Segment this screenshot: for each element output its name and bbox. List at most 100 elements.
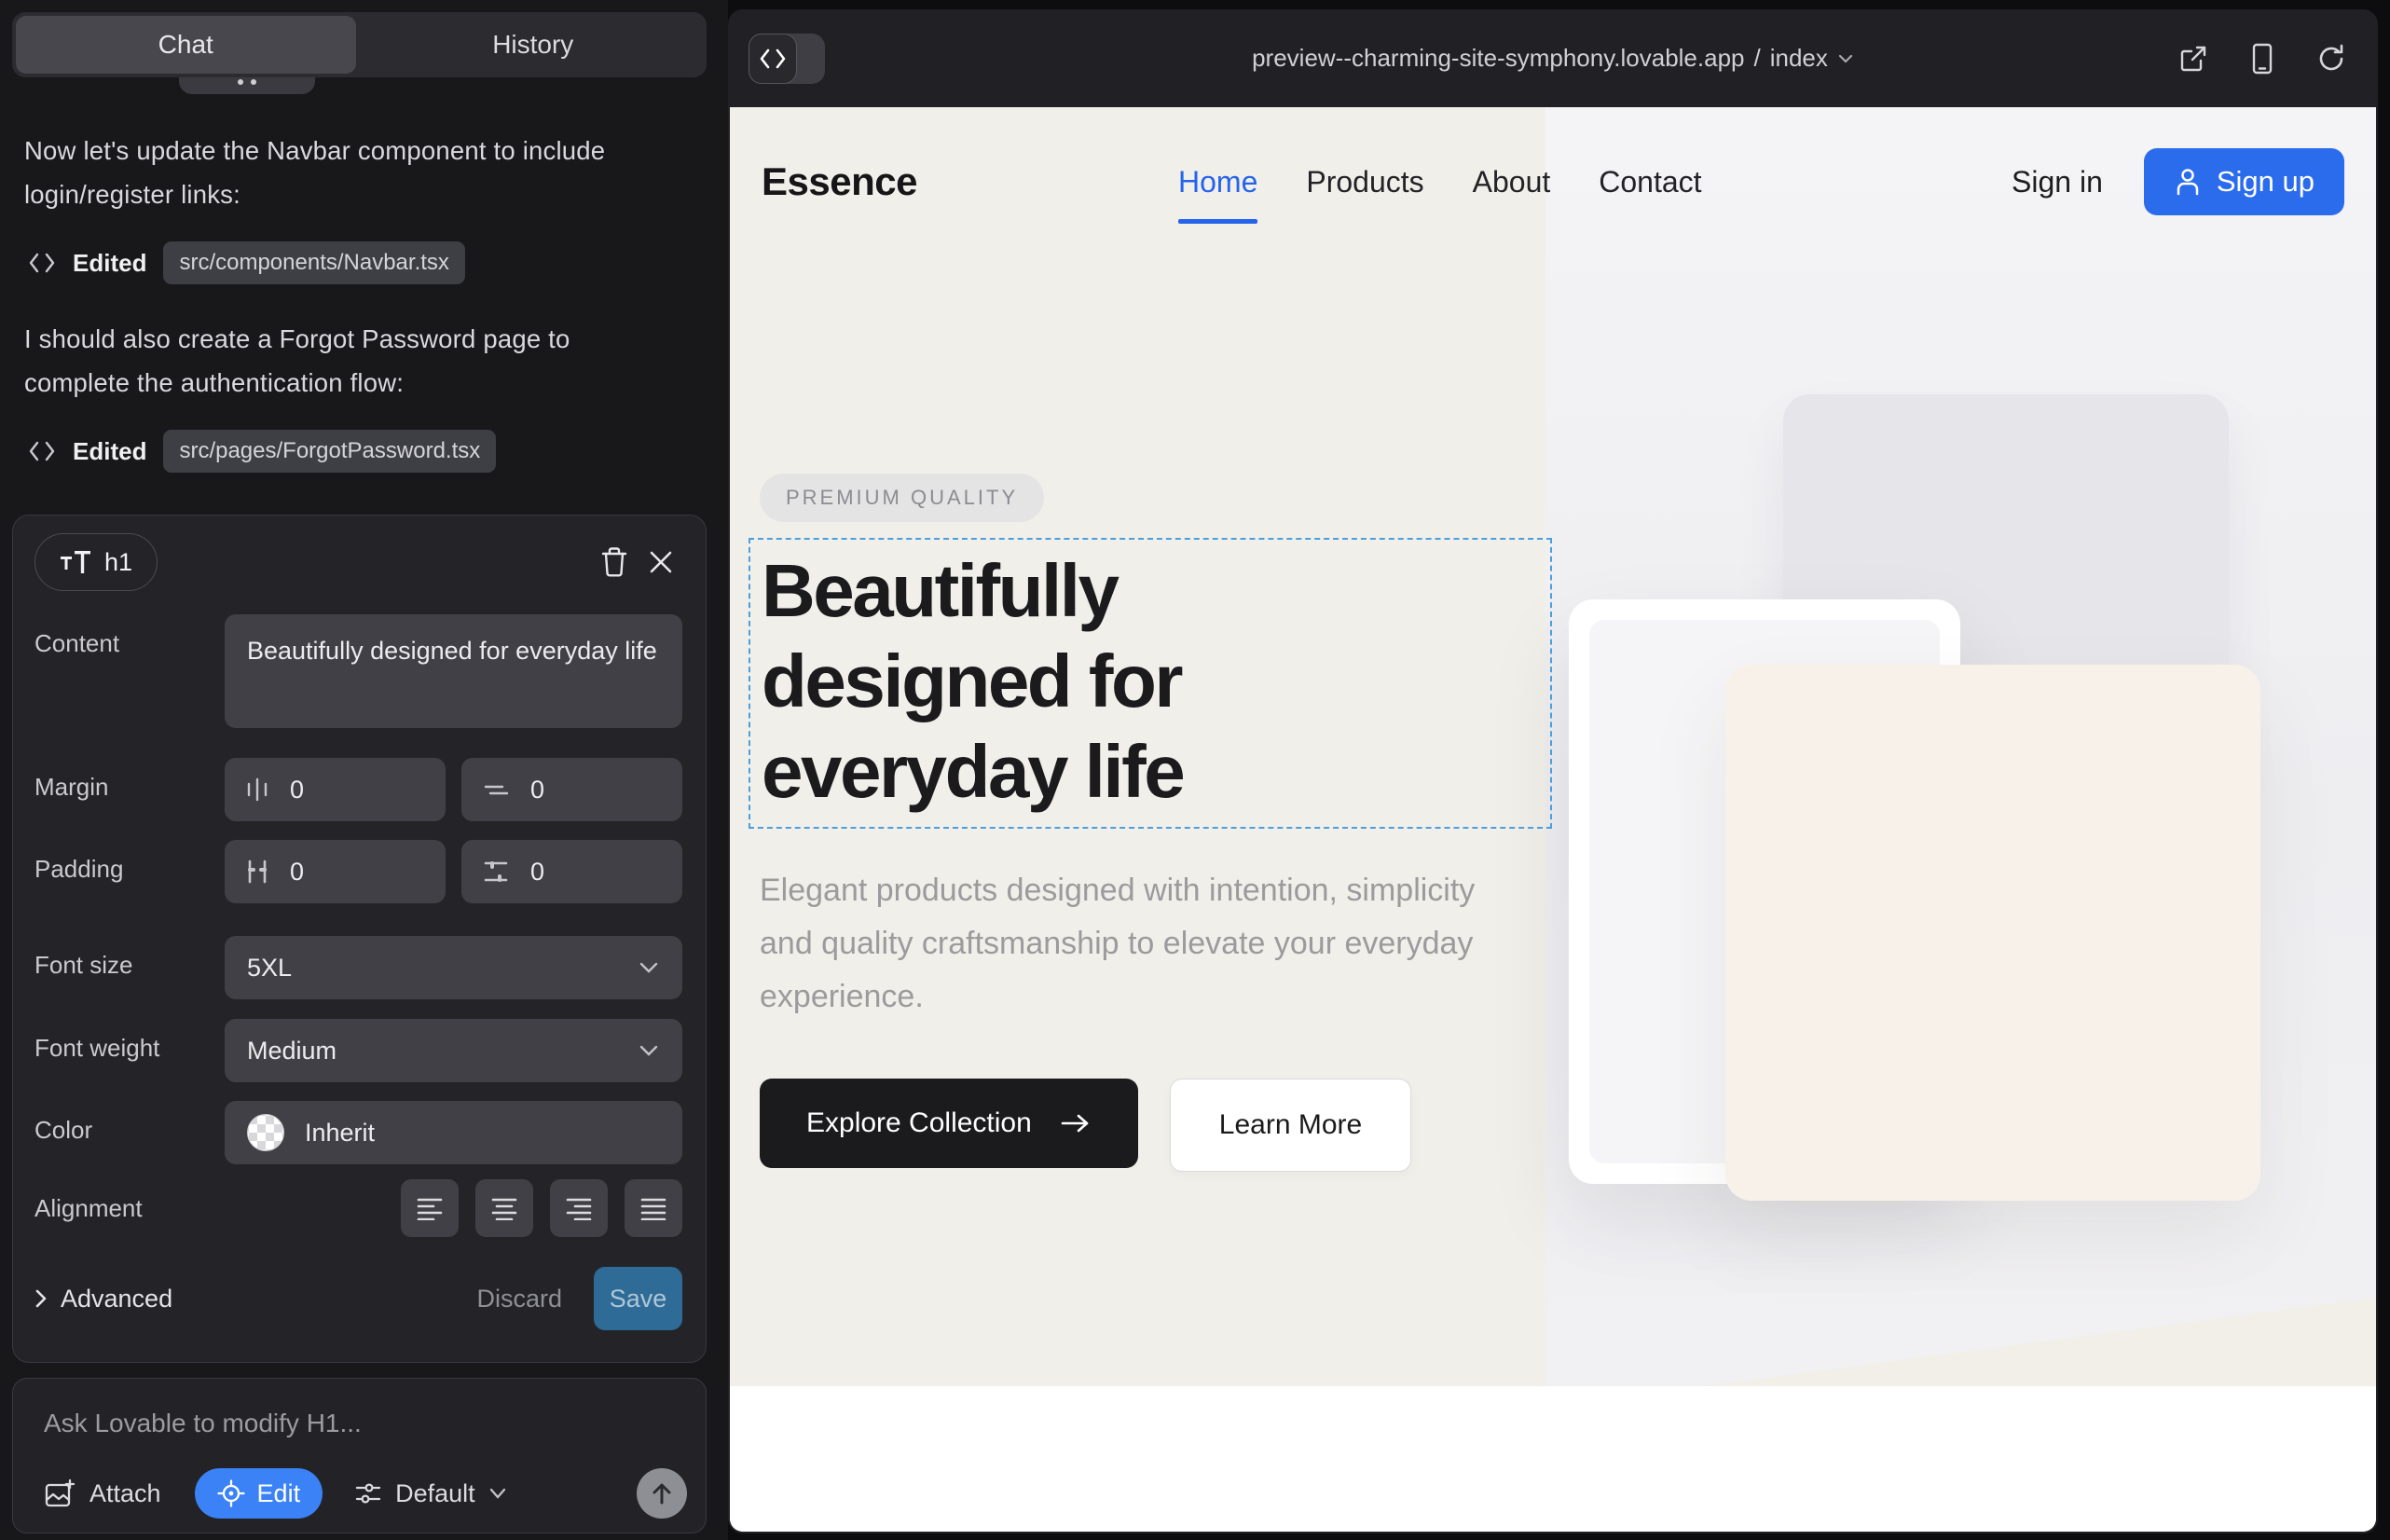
chat-message: Now let's update the Navbar component to… — [24, 129, 667, 216]
preview-domain: preview--charming-site-symphony.lovable.… — [1252, 44, 1744, 73]
advanced-toggle[interactable]: Advanced — [34, 1285, 172, 1313]
nav-link-home[interactable]: Home — [1178, 165, 1257, 199]
send-button[interactable] — [637, 1468, 687, 1519]
sign-up-button[interactable]: Sign up — [2144, 148, 2344, 215]
color-swatch — [247, 1114, 284, 1151]
margin-label: Margin — [34, 758, 225, 802]
code-icon[interactable] — [749, 34, 797, 84]
nav-link-products[interactable]: Products — [1306, 165, 1423, 199]
preview-url[interactable]: preview--charming-site-symphony.lovable.… — [1252, 44, 1854, 73]
text-type-icon — [60, 549, 91, 575]
edited-label: Edited — [73, 249, 146, 278]
preview-window: preview--charming-site-symphony.lovable.… — [728, 9, 2378, 1533]
premium-quality-badge: PREMIUM QUALITY — [760, 474, 1044, 522]
hero-section: Essence Home Products About Contact Sign… — [730, 107, 2376, 1386]
element-editor-panel: h1 Content Beautifully designed for ever… — [12, 515, 707, 1363]
content-textarea[interactable]: Beautifully designed for everyday life — [225, 614, 682, 728]
hero-cta-row: Explore Collection Learn More — [760, 1079, 1411, 1172]
padding-field-row: Padding 0 0 — [34, 840, 682, 903]
code-icon — [28, 251, 56, 275]
edited-label: Edited — [73, 437, 146, 466]
color-row: Color Inherit — [34, 1101, 682, 1164]
browser-bar-actions — [2175, 9, 2350, 107]
padding-x-icon — [245, 858, 269, 886]
font-weight-row: Font weight Medium — [34, 1019, 682, 1082]
nav-link-contact[interactable]: Contact — [1599, 165, 1701, 199]
content-label: Content — [34, 614, 225, 658]
font-size-label: Font size — [34, 936, 225, 980]
delete-element-button[interactable] — [591, 539, 638, 585]
app-root: Chat History Now let's update the Navbar… — [0, 0, 2390, 1540]
edited-file-chip[interactable]: src/components/Navbar.tsx — [163, 241, 464, 284]
margin-y-input[interactable]: 0 — [461, 758, 682, 821]
image-attach-icon — [44, 1478, 76, 1508]
save-button[interactable]: Save — [594, 1267, 682, 1330]
chevron-down-icon — [638, 1043, 660, 1058]
editor-footer: Advanced Discard Save — [34, 1261, 682, 1336]
chevron-right-icon — [34, 1288, 48, 1309]
composer-input[interactable]: Ask Lovable to modify H1... — [44, 1409, 362, 1438]
edited-file-chip[interactable]: src/pages/ForgotPassword.tsx — [163, 430, 496, 473]
sign-in-link[interactable]: Sign in — [2012, 165, 2103, 199]
align-right-button[interactable] — [550, 1179, 608, 1237]
target-icon — [217, 1479, 245, 1507]
margin-x-input[interactable]: 0 — [225, 758, 446, 821]
element-tag-label: h1 — [104, 548, 132, 577]
margin-y-icon — [482, 777, 510, 802]
font-size-row: Font size 5XL — [34, 936, 682, 999]
close-editor-button[interactable] — [638, 539, 684, 585]
site-nav-actions: Sign in Sign up — [2012, 148, 2344, 215]
site-nav-links: Home Products About Contact — [1178, 107, 1702, 256]
sidebar-tabbar: Chat History — [12, 12, 707, 77]
tab-history[interactable]: History — [364, 16, 704, 74]
url-separator: / — [1754, 44, 1761, 73]
nav-link-about[interactable]: About — [1473, 165, 1551, 199]
font-size-select[interactable]: 5XL — [225, 936, 682, 999]
align-justify-button[interactable] — [625, 1179, 682, 1237]
decor-card-cream — [1725, 665, 2260, 1201]
padding-x-input[interactable]: 0 — [225, 840, 446, 903]
sliders-icon — [354, 1479, 382, 1507]
editor-header: h1 — [34, 532, 684, 592]
open-in-new-tab-button[interactable] — [2175, 40, 2212, 77]
discard-button[interactable]: Discard — [476, 1285, 562, 1313]
below-hero-section — [730, 1386, 2376, 1532]
attach-button[interactable]: Attach — [44, 1478, 161, 1508]
code-icon — [28, 439, 56, 463]
alignment-label: Alignment — [34, 1179, 225, 1223]
h1-selection-outline[interactable]: Beautifully designed for everyday life — [749, 538, 1552, 829]
align-center-button[interactable] — [475, 1179, 533, 1237]
alignment-row: Alignment — [34, 1179, 682, 1237]
model-selector[interactable]: Default — [354, 1479, 507, 1508]
learn-more-button[interactable]: Learn More — [1170, 1079, 1411, 1172]
scrolled-chip-partial — [179, 77, 315, 94]
edit-mode-pill[interactable]: Edit — [195, 1468, 323, 1519]
color-picker-field[interactable]: Inherit — [225, 1101, 682, 1164]
mobile-view-button[interactable] — [2244, 40, 2281, 77]
tab-chat[interactable]: Chat — [16, 16, 356, 74]
selected-element-pill[interactable]: h1 — [34, 533, 158, 591]
explore-collection-button[interactable]: Explore Collection — [760, 1079, 1138, 1168]
composer: Ask Lovable to modify H1... Attach Edit … — [12, 1378, 707, 1533]
preview-page: index — [1770, 44, 1828, 73]
hero-headline[interactable]: Beautifully designed for everyday life — [762, 545, 1433, 817]
site-logo[interactable]: Essence — [762, 159, 917, 204]
margin-field-row: Margin 0 0 — [34, 758, 682, 821]
chat-sidebar: Chat History Now let's update the Navbar… — [0, 0, 728, 1540]
person-icon — [2174, 167, 2202, 197]
color-label: Color — [34, 1101, 225, 1145]
edited-file-row: Edited src/components/Navbar.tsx — [28, 241, 465, 285]
font-weight-label: Font weight — [34, 1019, 225, 1063]
padding-label: Padding — [34, 840, 225, 884]
padding-y-input[interactable]: 0 — [461, 840, 682, 903]
font-weight-select[interactable]: Medium — [225, 1019, 682, 1082]
content-field-row: Content Beautifully designed for everyda… — [34, 614, 682, 728]
hero-description: Elegant products designed with intention… — [760, 864, 1515, 1024]
preview-browser-bar: preview--charming-site-symphony.lovable.… — [728, 9, 2378, 107]
site-navbar: Essence Home Products About Contact Sign… — [730, 107, 2376, 256]
code-preview-toggle[interactable] — [749, 34, 825, 84]
align-left-button[interactable] — [401, 1179, 459, 1237]
chevron-down-icon — [1837, 53, 1854, 64]
refresh-button[interactable] — [2313, 40, 2350, 77]
chevron-down-icon — [638, 960, 660, 975]
